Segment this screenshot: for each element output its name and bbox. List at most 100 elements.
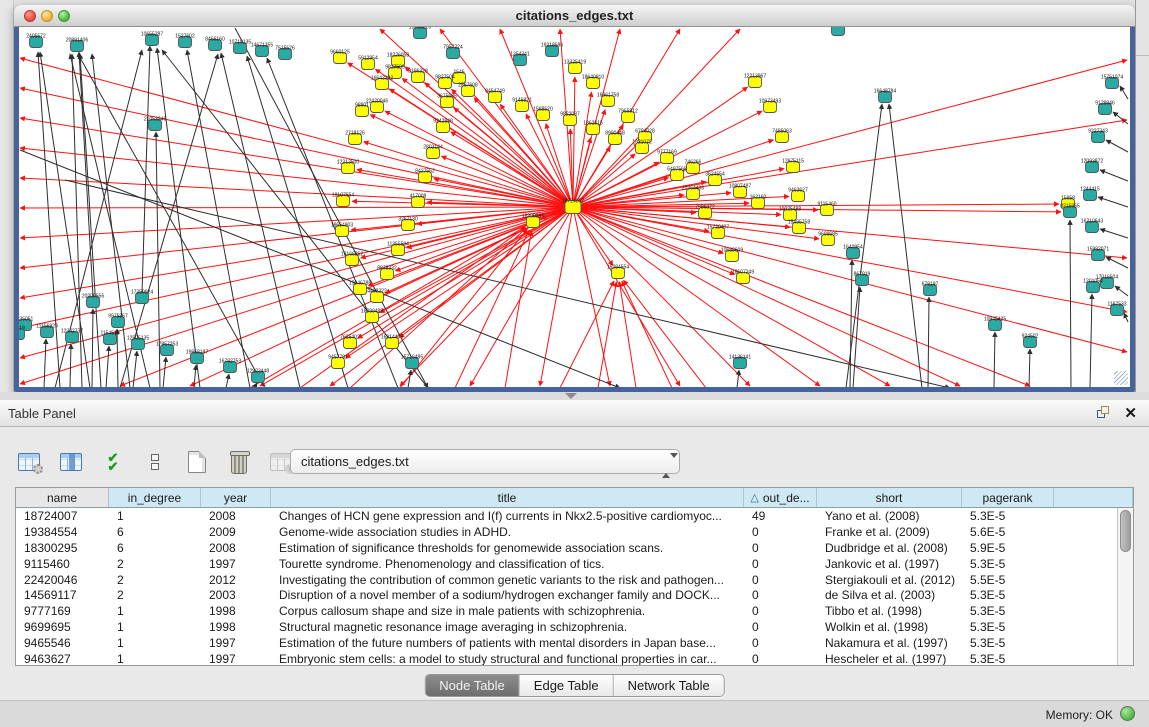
column-header-out-de-[interactable]: △out_de...: [744, 488, 817, 507]
table-cell: Dudbridge et al. (2008): [817, 541, 962, 555]
column-header-in-degree[interactable]: in_degree: [109, 488, 201, 507]
red-edge: [20, 148, 573, 207]
red-edge: [573, 87, 748, 207]
graph-node-label: 12975115: [782, 159, 804, 165]
graph-node-label: 7515526: [275, 46, 295, 52]
close-panel-icon[interactable]: ✕: [1124, 404, 1137, 422]
red-edge: [560, 281, 614, 387]
graph-node[interactable]: [832, 27, 845, 36]
table-selector-dropdown[interactable]: citations_edges.txt: [290, 449, 680, 474]
table-row[interactable]: 2242004622012Investigating the contribut…: [16, 572, 1117, 588]
black-edge: [1070, 220, 1071, 387]
window-title: citations_edges.txt: [14, 8, 1135, 23]
table-row[interactable]: 946554611997Estimation of the future num…: [16, 635, 1117, 651]
table-cell: 5.3E-5: [962, 509, 1054, 523]
graph-node-label: 10807487: [729, 184, 751, 190]
black-edge: [1120, 86, 1128, 99]
black-edge: [1029, 349, 1030, 387]
table-cell: 1: [109, 652, 201, 665]
network-view-window: citations_edges.txt 18724007966012559129…: [14, 5, 1135, 392]
column-visibility-icon[interactable]: [56, 447, 86, 477]
table-row[interactable]: 1938455462009Genome-wide association stu…: [16, 524, 1117, 540]
status-bar: Memory: OK: [0, 700, 1149, 727]
tab-node-table[interactable]: Node Table: [425, 675, 520, 696]
graph-node-label: 16648784: [874, 89, 896, 95]
black-edge: [1106, 257, 1128, 268]
new-table-icon[interactable]: [182, 447, 212, 477]
black-edge: [221, 53, 300, 387]
table-cell: 5.3E-5: [962, 557, 1054, 571]
table-row[interactable]: 1872400712008Changes of HCN gene express…: [16, 508, 1117, 524]
table-cell: 0: [744, 604, 817, 618]
graph-node-label: 16099489: [361, 309, 383, 315]
column-header-label: year: [224, 491, 247, 505]
black-edge: [133, 351, 137, 387]
desktop-left-strip: [0, 0, 14, 400]
table-cell: 22420046: [16, 573, 109, 587]
column-header-title[interactable]: title: [271, 488, 744, 507]
red-edge: [20, 207, 573, 208]
graph-node-label: 417008: [410, 194, 427, 200]
table-cell: 18300295: [16, 541, 109, 555]
red-edge: [345, 207, 573, 358]
table-row[interactable]: 1456911722003Disruption of a novel membe…: [16, 587, 1117, 603]
table-row[interactable]: 969969511998Structural magnetic resonanc…: [16, 619, 1117, 635]
memory-status-indicator[interactable]: [1120, 706, 1135, 721]
graph-node-label: 8454749: [485, 89, 505, 95]
table-tabs-row: Node TableEdge TableNetwork Table: [0, 672, 1149, 700]
graph-node-label: 1201054: [1083, 279, 1103, 285]
column-header-label: pagerank: [982, 491, 1032, 505]
graph-node-label: 21053346: [144, 117, 166, 123]
table-row[interactable]: 946362711997Embryonic stem cells: a mode…: [16, 651, 1117, 665]
network-canvas[interactable]: 1872400796601255912954182260589827509165…: [19, 27, 1130, 387]
red-edge: [573, 207, 1127, 352]
row-height-icon[interactable]: [140, 447, 170, 477]
tab-edge-table[interactable]: Edge Table: [520, 675, 614, 696]
column-header-year[interactable]: year: [201, 488, 271, 507]
citation-network-graph[interactable]: 1872400796601255912954182260589827509165…: [19, 27, 1130, 387]
splitter-handle-icon[interactable]: [565, 393, 577, 399]
float-panel-icon[interactable]: [1097, 406, 1111, 420]
tab-network-table[interactable]: Network Table: [614, 675, 724, 696]
table-cell: 19384554: [16, 525, 109, 539]
graph-node-label: 12342737: [61, 329, 83, 335]
panel-splitter[interactable]: [0, 392, 1149, 400]
graph-node-label: 15046788: [349, 281, 371, 287]
vertical-scrollbar[interactable]: [1117, 508, 1133, 665]
graph-node-label: 15495758: [788, 220, 810, 226]
window-titlebar[interactable]: citations_edges.txt: [14, 5, 1135, 27]
table-tabs: Node TableEdge TableNetwork Table: [424, 674, 725, 697]
delete-row-icon[interactable]: [224, 447, 254, 477]
table-row[interactable]: 911546021997Tourette syndrome. Phenomeno…: [16, 556, 1117, 572]
graph-node-label: 14136141: [729, 355, 751, 361]
table-panel-header: Table Panel ✕: [0, 400, 1149, 427]
table-cell: 1: [109, 620, 201, 634]
scrollbar-thumb[interactable]: [1120, 510, 1131, 552]
graph-node-label: 12213500: [337, 160, 359, 166]
red-edge: [573, 77, 575, 207]
black-edge: [1090, 294, 1092, 387]
resize-grip[interactable]: [1114, 371, 1128, 385]
column-header-short[interactable]: short: [817, 488, 962, 507]
graph-node-label: 2718126: [345, 131, 365, 137]
select-all-columns-icon[interactable]: ✔✔: [98, 447, 128, 477]
graph-node-label: 16914479: [381, 335, 403, 341]
table-cell: Estimation of the future numbers of pati…: [271, 636, 744, 650]
graph-node-label: 8215955: [1060, 204, 1080, 210]
column-header-name[interactable]: name: [16, 488, 109, 507]
graph-node-label: 9827504: [435, 75, 455, 81]
table-cell: 2: [109, 573, 201, 587]
table-cell: Investigating the contribution of common…: [271, 573, 744, 587]
table-row[interactable]: 977716911998Corpus callosum shape and si…: [16, 603, 1117, 619]
table-row[interactable]: 1830029562008Estimation of significance …: [16, 540, 1117, 556]
graph-node-label: 9975857: [108, 314, 128, 320]
graph-node-label: 15958: [1061, 196, 1075, 202]
graph-node-label: 9242848: [433, 119, 453, 125]
table-cell: Corpus callosum shape and size in male p…: [271, 604, 744, 618]
table-cell: 1998: [201, 604, 271, 618]
graph-node-label: 9822037: [560, 112, 580, 118]
column-header-pagerank[interactable]: pagerank: [962, 488, 1054, 507]
table-cell: 0: [744, 588, 817, 602]
table-cell: 5.3E-5: [962, 604, 1054, 618]
table-options-icon[interactable]: [14, 447, 44, 477]
